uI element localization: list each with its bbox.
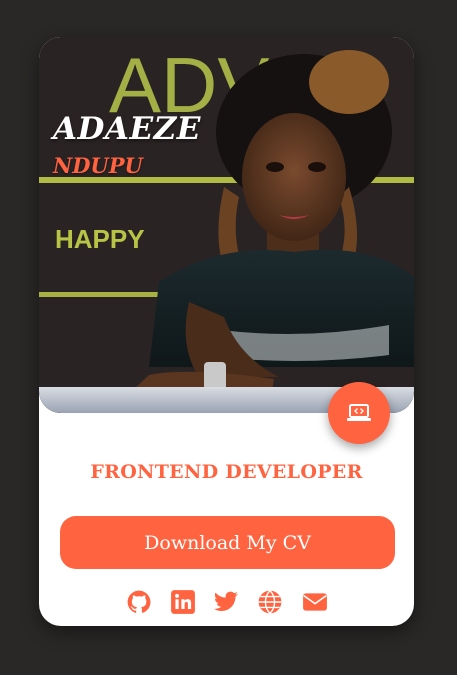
laptop-code-icon: [347, 404, 371, 421]
linkedin-icon[interactable]: [170, 589, 196, 615]
profile-photo: ADV HAPPY ADAEZE NDUPU: [39, 37, 414, 413]
last-name: NDUPU: [53, 153, 143, 178]
job-title: FRONTEND DEVELOPER: [90, 461, 363, 483]
banner-word: HAPPY: [55, 224, 145, 254]
profile-card: ADV HAPPY ADAEZE NDUPU FRONTEND DEVELOPE…: [39, 37, 414, 626]
github-icon[interactable]: [126, 589, 152, 615]
globe-icon[interactable]: [257, 589, 283, 615]
social-links: [39, 589, 414, 615]
photo-illustration: ADV HAPPY: [39, 37, 414, 413]
portfolio-button[interactable]: [328, 382, 390, 444]
twitter-icon[interactable]: [213, 589, 239, 615]
first-name: ADAEZE: [53, 111, 201, 147]
envelope-icon[interactable]: [302, 589, 328, 615]
download-cv-button[interactable]: Download My CV: [60, 516, 395, 569]
